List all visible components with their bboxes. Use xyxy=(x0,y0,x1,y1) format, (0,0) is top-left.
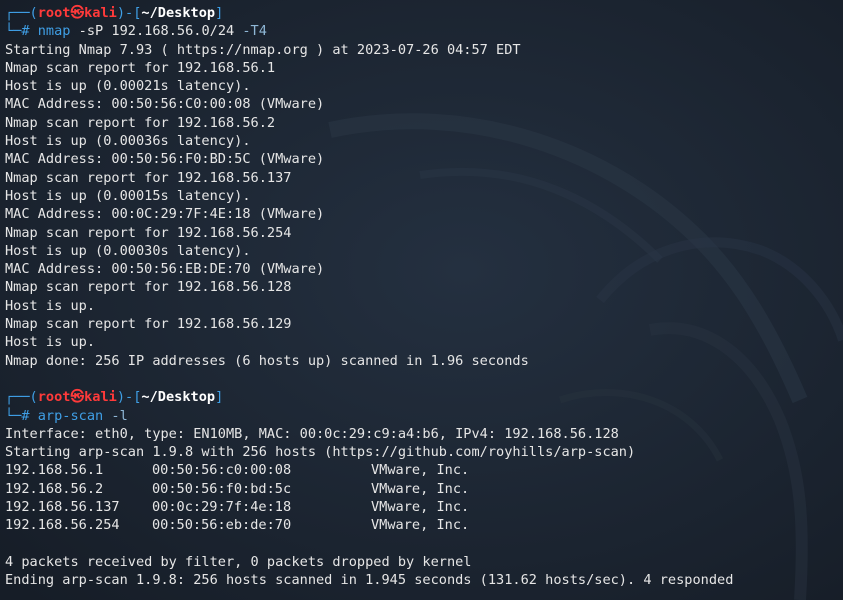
nmap-output-line: Host is up (0.00030s latency). xyxy=(5,242,251,259)
command-line-1: └─# nmap -sP 192.168.56.0/24 -T4 xyxy=(5,23,267,40)
arp-ending-line: Ending arp-scan 1.9.8: 256 hosts scanned… xyxy=(5,572,734,589)
nmap-output-line: Host is up. xyxy=(5,297,96,314)
nmap-output-line: Starting Nmap 7.93 ( https://nmap.org ) … xyxy=(5,41,521,58)
command-name: arp-scan xyxy=(37,407,104,424)
nmap-output-line: MAC Address: 00:50:56:C0:00:08 (VMware) xyxy=(5,96,325,113)
nmap-output-line: Host is up. xyxy=(5,334,96,351)
nmap-output-line: MAC Address: 00:0C:29:7F:4E:18 (VMware) xyxy=(5,206,325,223)
arp-mac-cell: 00:50:56:c0:00:08 xyxy=(152,462,292,479)
arp-vendor-cell: VMware, Inc. xyxy=(371,480,470,497)
command-option: -l xyxy=(103,407,128,424)
prompt-host: kali xyxy=(84,389,117,406)
arp-ip-cell: 192.168.56.137 xyxy=(5,499,120,516)
arp-start-line: Starting arp-scan 1.9.8 with 256 hosts (… xyxy=(5,444,636,461)
prompt-line-2: ┌──(root㉿kali)-[~/Desktop] xyxy=(5,389,224,406)
prompt-host: kali xyxy=(84,5,117,21)
arp-result-row: 192.168.56.2 00:50:56:f0:bd:5c VMware, Inc… xyxy=(5,480,843,498)
arp-result-row: 192.168.56.254 00:50:56:eb:de:70 VMware, I… xyxy=(5,516,843,534)
prompt-user: root xyxy=(37,389,71,406)
command-option: -T4 xyxy=(242,23,267,40)
nmap-output-line: Host is up (0.00036s latency). xyxy=(5,133,251,150)
arp-vendor-cell: VMware, Inc. xyxy=(371,517,470,534)
arp-ip-cell: 192.168.56.1 xyxy=(5,462,104,479)
arp-vendor-cell: VMware, Inc. xyxy=(371,499,470,516)
arp-interface-line: Interface: eth0, type: EN10MB, MAC: 00:0… xyxy=(5,425,619,442)
nmap-output-line: Host is up (0.00015s latency). xyxy=(5,187,251,204)
nmap-output-line: MAC Address: 00:50:56:EB:DE:70 (VMware) xyxy=(5,261,325,278)
kali-skull-icon: ㉿ xyxy=(70,5,85,21)
arp-packets-line: 4 packets received by filter, 0 packets … xyxy=(5,553,472,570)
kali-skull-icon: ㉿ xyxy=(70,389,85,406)
nmap-output-line: Host is up (0.00021s latency). xyxy=(5,78,251,95)
arp-result-row: 192.168.56.137 00:0c:29:7f:4e:18 VMware, I… xyxy=(5,498,843,516)
arp-mac-cell: 00:0c:29:7f:4e:18 xyxy=(152,499,292,516)
nmap-output: Starting Nmap 7.93 ( https://nmap.org ) … xyxy=(5,41,843,370)
arp-results-table: 192.168.56.1 00:50:56:c0:00:08 VMware, Inc… xyxy=(5,461,843,534)
prompt-line-1: ┌──(root㉿kali)-[~/Desktop] xyxy=(5,5,224,21)
terminal-output: ┌──(root㉿kali)-[~/Desktop] └─# nmap -sP … xyxy=(5,4,843,590)
nmap-output-line: Nmap scan report for 192.168.56.129 xyxy=(5,316,292,333)
nmap-output-line: Nmap scan report for 192.168.56.1 xyxy=(5,59,276,76)
arp-vendor-cell: VMware, Inc. xyxy=(371,462,470,479)
nmap-output-line: Nmap scan report for 192.168.56.128 xyxy=(5,279,292,296)
command-line-2: └─# arp-scan -l xyxy=(5,407,128,424)
arp-mac-cell: 00:50:56:eb:de:70 xyxy=(152,517,292,534)
nmap-output-line: Nmap scan report for 192.168.56.2 xyxy=(5,114,276,131)
prompt-dir: ~/Desktop xyxy=(141,389,216,406)
arp-ip-cell: 192.168.56.2 xyxy=(5,480,104,497)
command-name: nmap xyxy=(37,23,71,40)
arp-result-row: 192.168.56.1 00:50:56:c0:00:08 VMware, Inc… xyxy=(5,461,843,479)
arp-mac-cell: 00:50:56:f0:bd:5c xyxy=(152,480,292,497)
prompt-dir: ~/Desktop xyxy=(141,5,216,21)
nmap-output-line: Nmap done: 256 IP addresses (6 hosts up)… xyxy=(5,352,529,369)
nmap-output-line: Nmap scan report for 192.168.56.254 xyxy=(5,224,292,241)
command-args: -sP 192.168.56.0/24 xyxy=(70,23,243,40)
nmap-output-line: MAC Address: 00:50:56:F0:BD:5C (VMware) xyxy=(5,151,325,168)
arp-ip-cell: 192.168.56.254 xyxy=(5,517,120,534)
nmap-output-line: Nmap scan report for 192.168.56.137 xyxy=(5,169,292,186)
prompt-user: root xyxy=(37,5,71,21)
